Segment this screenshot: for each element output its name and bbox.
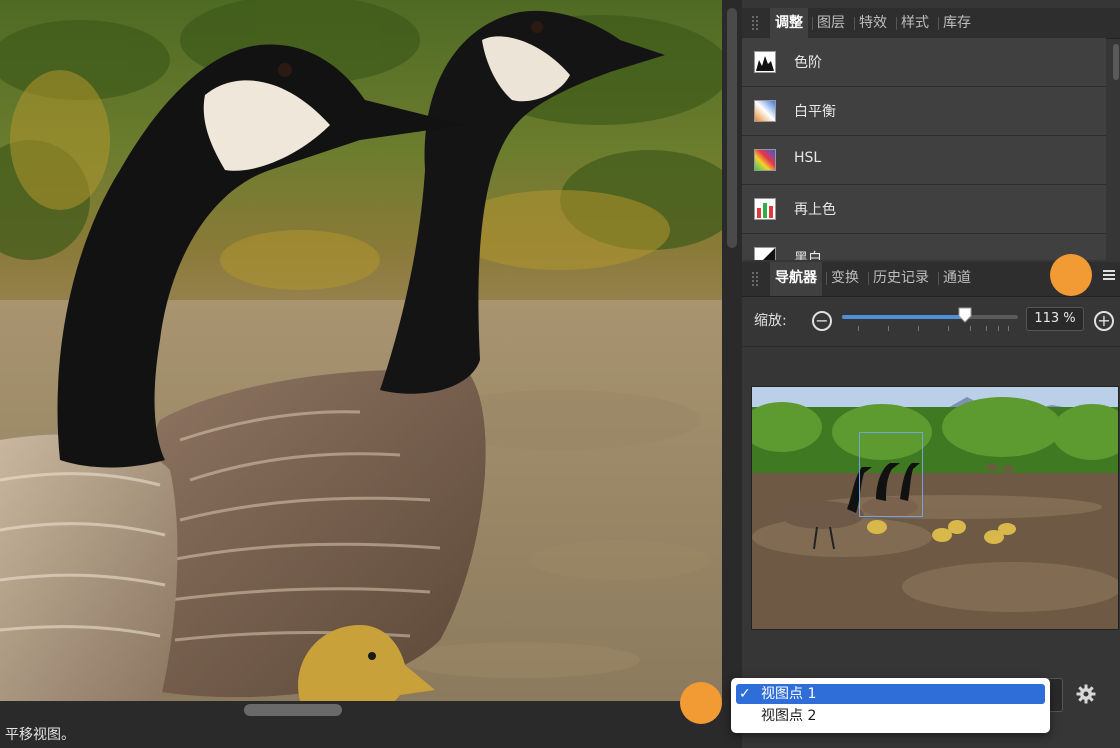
zoom-slider-ticks [858,326,1009,332]
vertical-scrollbar[interactable] [727,8,737,248]
checkmark-icon: ✓ [739,686,751,702]
navigator-thumbnail[interactable] [751,386,1119,630]
zoom-row: 缩放: − 113 % + [742,298,1120,347]
panel-grip-icon[interactable] [752,272,758,286]
adjustments-scrollbar[interactable] [1113,44,1119,80]
adjustment-label: 黑白 [794,251,822,260]
navigator-preview-image [752,387,1118,629]
adjustment-item-hsl[interactable]: HSL [742,136,1106,185]
adjustment-label: 色阶 [794,55,822,71]
zoom-label: 缩放: [754,313,787,329]
adjustment-label: HSL [794,150,822,166]
adjustment-item-recolor[interactable]: 再上色 [742,185,1106,234]
tab-effects[interactable]: 特效 [854,8,892,38]
tab-transform[interactable]: 变换 [826,262,864,296]
adjustment-item-white-balance[interactable]: 白平衡 [742,87,1106,136]
viewpoint-option-2[interactable]: 视图点 2 [736,706,1045,726]
viewpoint-option-label: 视图点 1 [761,686,817,702]
zoom-slider-thumb[interactable] [958,307,972,323]
black-white-icon [754,247,776,260]
highlight-marker [1050,254,1092,296]
tab-channels[interactable]: 通道 [938,262,976,296]
zoom-slider-fill [842,315,966,319]
adjustment-item-black-white[interactable]: 黑白 [742,234,1106,260]
hsl-icon [754,149,776,171]
white-balance-icon [754,100,776,122]
tab-adjustments[interactable]: 调整 [770,8,808,38]
viewpoint-dropdown: ✓ 视图点 1 视图点 2 [731,678,1050,733]
panel-menu-icon[interactable] [1103,270,1117,282]
recolor-icon [754,198,776,220]
geese-photo [0,0,722,701]
highlight-marker [680,682,722,724]
status-text: 平移视图。 [5,727,75,743]
zoom-in-icon[interactable]: + [1094,311,1114,331]
adjustments-list: 色阶 白平衡 HSL 再上色 黑白 [742,38,1112,260]
navigator-view-rectangle[interactable] [859,432,923,517]
status-bar [0,717,722,748]
adjustments-tabbar: 调整 图层 特效 样式 库存 [742,8,1120,39]
viewpoint-option-label: 视图点 2 [761,708,817,724]
adjustment-item-levels[interactable]: 色阶 [742,38,1106,87]
tab-styles[interactable]: 样式 [896,8,934,38]
tab-history[interactable]: 历史记录 [868,262,934,296]
zoom-value-field[interactable]: 113 % [1026,307,1084,331]
viewpoint-option-1[interactable]: ✓ 视图点 1 [736,684,1045,704]
canvas-bottom-strip [0,701,722,717]
tab-layers[interactable]: 图层 [812,8,850,38]
tab-stock[interactable]: 库存 [938,8,976,38]
zoom-out-icon[interactable]: − [812,311,832,331]
zoom-slider[interactable] [842,307,1018,323]
horizontal-scrollbar[interactable] [244,704,342,716]
tab-navigator[interactable]: 导航器 [770,262,822,296]
levels-icon [754,51,776,73]
adjustment-label: 再上色 [794,202,836,218]
gear-icon[interactable] [1076,684,1096,704]
canvas-photo[interactable] [0,0,722,701]
adjustment-label: 白平衡 [794,104,836,120]
panel-grip-icon[interactable] [752,16,758,30]
